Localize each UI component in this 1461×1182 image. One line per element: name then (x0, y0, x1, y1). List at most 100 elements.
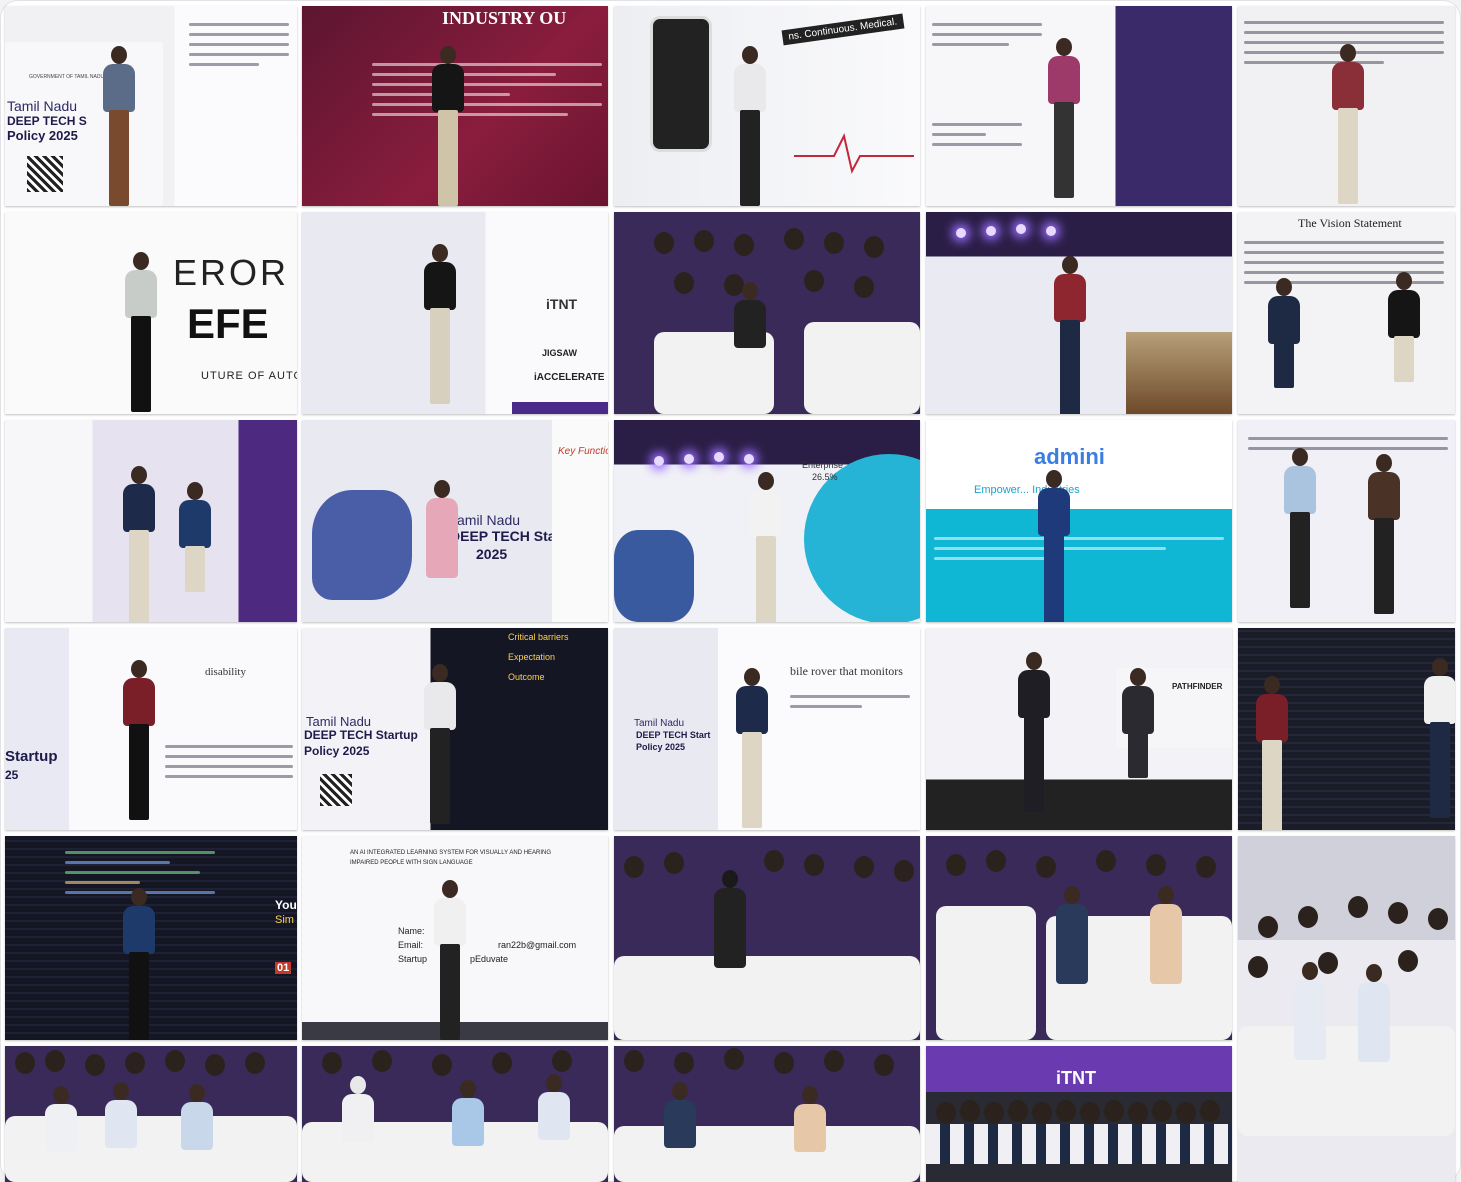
email-value: ran22b@gmail.com (498, 940, 577, 950)
side-key-functions: Key Functio (558, 446, 608, 457)
audience-member (714, 870, 746, 980)
policy-year: 2025 (476, 546, 508, 562)
photo-code-slide-speaker: You Sim 01 (5, 836, 297, 1040)
photo-audience-sofa (926, 836, 1232, 1040)
speaker-figure (736, 668, 768, 828)
photo-itnt-booth: iTNT JIGSAW iACCELERATE (302, 212, 608, 414)
photo-code-screen-duo (1238, 628, 1455, 830)
sofa (614, 956, 920, 1040)
photo-speaker-deep-tech-policy: Tamil Nadu DEEP TECH S Policy 2025 GOVER… (5, 6, 297, 206)
photo-disability-slide: Startup 25 disability (5, 628, 297, 830)
audience-member (1150, 886, 1182, 996)
photo-jury-row (302, 1046, 608, 1182)
speaker-figure (1122, 668, 1154, 778)
photo-medical-app-speaker: ns. Continuous. Medical. (614, 6, 920, 206)
speaker-figure (1256, 676, 1288, 830)
audience-member (734, 282, 766, 392)
itnt-brand: iTNT (546, 296, 578, 312)
slide-word2: EFE (187, 300, 269, 347)
policy-title: Tamil Nadu (450, 512, 521, 528)
photo-industry-outlook: INDUSTRY OU (302, 6, 608, 206)
side-expectation: Expectation (508, 652, 556, 662)
slide-tagline: UTURE OF AUTON (201, 370, 297, 382)
audience-member (181, 1084, 213, 1182)
audience-member (664, 1082, 696, 1182)
photo-policy-speaker-led: Tamil Nadu DEEP TECH Startup Policy 2025… (302, 628, 608, 830)
speaker-figure (1332, 44, 1364, 204)
startup-value: pEduvate (470, 954, 509, 964)
photo-collage-grid: Tamil Nadu DEEP TECH S Policy 2025 GOVER… (5, 6, 1455, 1182)
name-label: Name: (398, 926, 425, 936)
audience-member (452, 1080, 484, 1182)
map-shape (312, 490, 412, 600)
industry-heading: INDUSTRY OU (442, 8, 567, 28)
speaker-figure (123, 888, 155, 1040)
group-figures (926, 1124, 1232, 1164)
admini-brand: admini (1034, 444, 1105, 469)
audience-member (1056, 886, 1088, 996)
pathfinder-brand: PATHFINDER (1172, 682, 1223, 691)
speaker-figure (123, 660, 155, 820)
slide-word1: EROR (173, 252, 290, 293)
photo-speaker-lights (926, 212, 1232, 414)
photo-enterprise-chart-speaker: Enterprise 26.5% (614, 420, 920, 622)
audience-member (45, 1086, 77, 1182)
sofa (1238, 1026, 1455, 1136)
policy-year: Policy 2025 (7, 128, 78, 143)
speaker-figure (1054, 256, 1086, 414)
speaker-figure (1284, 448, 1316, 608)
qr-code-icon (320, 774, 352, 806)
speaker-figure (424, 244, 456, 404)
policy-subtitle: DEEP TECH S (7, 114, 87, 128)
speaker-figure (1018, 652, 1050, 812)
photo-policy-map-speaker: Tamil Nadu DEEP TECH Startu 2025 Key Fun… (302, 420, 608, 622)
speaker-figure (1268, 278, 1300, 388)
photo-two-presenters (5, 420, 297, 622)
vision-title: The Vision Statement (1298, 216, 1402, 230)
policy-year: Policy 2025 (636, 742, 686, 752)
side-critical: Critical barriers (508, 632, 569, 642)
photo-speaker-pollution-slide (926, 6, 1232, 206)
photo-audience-cap (614, 836, 920, 1040)
audience-member (1294, 962, 1326, 1072)
photo-sign-language-pitch: AN AI INTEGRATED LEARNING SYSTEM FOR VIS… (302, 836, 608, 1040)
speaker-figure (103, 46, 135, 206)
audience-member (538, 1074, 570, 1182)
photo-front-row-audience (5, 1046, 297, 1182)
photo-eror-slide: EROR EFE UTURE OF AUTON (5, 212, 297, 414)
policy-year: Policy 2025 (304, 744, 370, 758)
slide-line: bile rover that monitors (790, 664, 903, 678)
audience-member (105, 1082, 137, 1182)
side-01: 01 (275, 962, 292, 974)
speaker-figure (1388, 272, 1420, 382)
photo-audience-panel-tall (1238, 836, 1455, 1182)
startup-label: Startup (398, 954, 428, 964)
speaker-figure (434, 880, 466, 1040)
photo-speaker-stage-right (1238, 6, 1455, 206)
side-you: You (275, 898, 297, 912)
enterprise-value: 26.5% (812, 472, 838, 482)
audience-member (342, 1076, 374, 1182)
policy-title: Tamil Nadu (7, 98, 78, 114)
audience-member (794, 1086, 826, 1182)
speaker-figure (1424, 658, 1455, 818)
audience-member (1358, 964, 1390, 1074)
photo-stage-pathfinder: PATHFINDER (926, 628, 1232, 830)
heartbeat-icon (794, 133, 914, 174)
qr-code-icon (27, 156, 63, 192)
side-startup: Startup (5, 748, 58, 765)
slide-title-line1: AN AI INTEGRATED LEARNING SYSTEM FOR VIS… (350, 850, 552, 856)
jigsaw-brand: JIGSAW (542, 348, 578, 358)
policy-title: Tamil Nadu (634, 718, 685, 729)
collage-frame: Tamil Nadu DEEP TECH S Policy 2025 GOVER… (0, 0, 1461, 1182)
phone-mockup (650, 16, 712, 152)
email-label: Email: (398, 940, 424, 950)
accelerate-brand: iACCELERATE (534, 372, 605, 383)
speaker-figure (1048, 38, 1080, 198)
sofa (614, 1126, 920, 1182)
speaker-figure (123, 466, 155, 622)
photo-audience-seated (614, 212, 920, 414)
speaker-figure (1038, 470, 1070, 622)
photo-audience-front (614, 1046, 920, 1182)
itnt-brand: iTNT (1056, 1068, 1096, 1088)
